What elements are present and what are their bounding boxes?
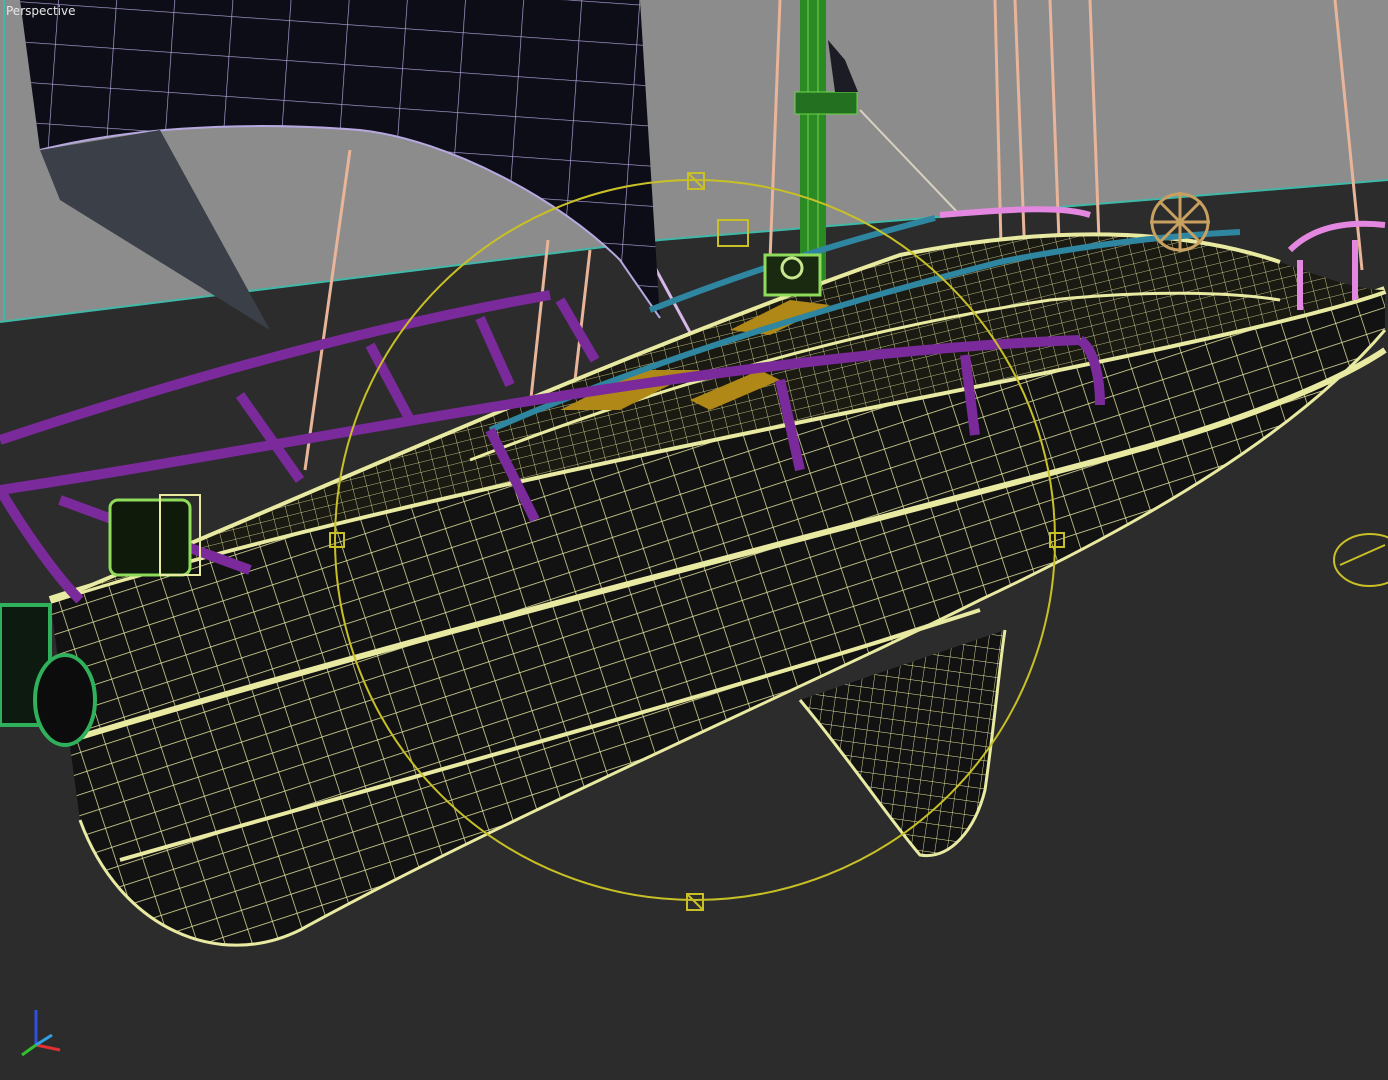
viewport-canvas[interactable] <box>0 0 1388 1080</box>
mast-base-winch <box>763 253 822 297</box>
bow-hardware <box>108 494 201 577</box>
viewport-label[interactable]: Perspective <box>6 4 76 18</box>
ship-wheel-icon <box>1150 192 1210 252</box>
perspective-viewport[interactable]: Perspective <box>0 0 1388 1080</box>
